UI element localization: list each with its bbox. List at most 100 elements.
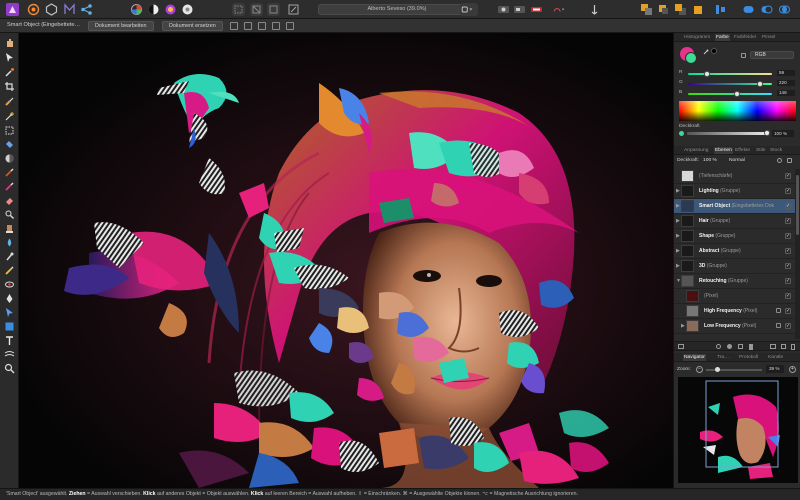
tab-color[interactable]: Farbe <box>715 34 730 41</box>
opacity-slider[interactable] <box>687 130 770 136</box>
boolean-add-icon[interactable] <box>742 3 755 16</box>
gradient-tool-icon[interactable] <box>4 153 15 164</box>
layer-lock-icon[interactable] <box>776 323 781 328</box>
erase-brush-tool-icon[interactable] <box>4 195 15 206</box>
layer-visibility-checkbox[interactable]: ✓ <box>785 173 791 179</box>
green-slider-knob[interactable] <box>757 81 764 87</box>
blue-value[interactable]: 148 <box>777 90 795 96</box>
tab-brushes[interactable]: Pinsel <box>761 34 776 41</box>
zoom-tool-icon[interactable] <box>4 363 15 374</box>
red-value[interactable]: 59 <box>777 70 795 76</box>
secondary-color-well[interactable] <box>685 52 697 64</box>
layer-row-selected[interactable]: ▶ Smart Object (Eingebettetes Dok ✓ <box>674 199 795 214</box>
color-picker-tool-icon[interactable] <box>4 67 15 78</box>
auto-white-balance-icon[interactable] <box>181 3 194 16</box>
paint-brush-tool-icon[interactable] <box>4 167 15 178</box>
color-mode-dropdown[interactable]: RGB <box>750 51 794 59</box>
layer-visibility-checkbox[interactable]: ✓ <box>785 323 791 329</box>
add-layer-icon[interactable] <box>781 344 786 349</box>
red-slider[interactable] <box>688 71 772 77</box>
group-layer-icon[interactable] <box>770 344 776 349</box>
zoom-in-button[interactable]: + <box>789 366 796 373</box>
layer-row[interactable]: ▼ Retouching (Gruppe) ✓ <box>674 274 795 289</box>
mesh-warp-tool-icon[interactable] <box>4 349 15 360</box>
move-tool-icon[interactable] <box>4 52 15 63</box>
edit-document-button[interactable]: Dokument bearbeiten <box>88 21 154 31</box>
layer-lock-icon[interactable] <box>776 308 781 313</box>
layer-visibility-checkbox[interactable]: ✓ <box>785 188 791 194</box>
zoom-slider[interactable] <box>706 367 762 372</box>
flood-fill-tool-icon[interactable] <box>4 139 15 150</box>
flip-horizontal-icon[interactable] <box>258 22 266 30</box>
color-replacement-tool-icon[interactable] <box>4 181 15 192</box>
assistant-icon[interactable] <box>588 3 601 16</box>
tab-swatches[interactable]: Farbfelder <box>733 34 757 41</box>
smudge-tool-icon[interactable] <box>4 251 15 262</box>
text-tool-icon[interactable] <box>4 335 15 346</box>
layer-row[interactable]: ▶ Hair (Gruppe) ✓ <box>674 214 795 229</box>
layer-row[interactable]: (Pixel) ✓ <box>674 289 795 304</box>
lock-icon[interactable] <box>741 53 746 58</box>
mode-dropdown-icon[interactable] <box>460 3 478 16</box>
export-persona-icon[interactable] <box>80 3 93 16</box>
selection-mode-3-icon[interactable] <box>267 3 280 16</box>
auto-colors-icon[interactable] <box>164 3 177 16</box>
tab-stock[interactable]: Stock <box>769 147 783 154</box>
tab-channels[interactable]: Kanäle <box>767 354 784 361</box>
layer-row[interactable]: ▶ Shape (Gruppe) ✓ <box>674 229 795 244</box>
pen-tool-icon[interactable] <box>4 293 15 304</box>
layer-visibility-checkbox[interactable]: ✓ <box>785 263 791 269</box>
document-canvas[interactable] <box>19 33 673 488</box>
layer-visibility-checkbox[interactable]: ✓ <box>785 233 791 239</box>
mask-toggle-icon[interactable] <box>513 3 526 16</box>
layer-expand-arrow[interactable]: ▶ <box>676 234 680 239</box>
flip-vertical-icon[interactable] <box>272 22 280 30</box>
layer-expand-arrow[interactable] <box>676 309 680 314</box>
layers-scrollbar-thumb[interactable] <box>796 175 799 235</box>
selection-mode-1-icon[interactable] <box>232 3 245 16</box>
crop-tool-icon[interactable] <box>4 81 15 92</box>
flood-select-tool-icon[interactable] <box>4 111 15 122</box>
arrange-front-icon[interactable] <box>691 3 704 16</box>
blur-brush-tool-icon[interactable] <box>4 237 15 248</box>
photo-persona-icon[interactable] <box>6 3 19 16</box>
brush-layer-icon[interactable] <box>749 344 753 350</box>
zoom-value[interactable]: 39 % <box>766 365 784 373</box>
layer-row[interactable]: ▶ 3D (Gruppe) ✓ <box>674 259 795 274</box>
tab-effects[interactable]: Effekte <box>734 147 751 154</box>
black-swatch[interactable] <box>711 48 717 54</box>
eyedropper-icon[interactable] <box>703 49 709 55</box>
layer-lock-icon[interactable] <box>787 158 792 163</box>
layer-visibility-checkbox[interactable]: ✓ <box>785 218 791 224</box>
blue-slider[interactable] <box>688 91 772 97</box>
layers-scrollbar[interactable] <box>795 169 800 339</box>
develop-persona-icon[interactable] <box>45 3 58 16</box>
layer-opacity-value[interactable]: 100 % <box>703 158 717 163</box>
tab-transform[interactable]: Tra… <box>716 354 730 361</box>
arrange-forward-icon[interactable] <box>674 3 687 16</box>
delete-layer-icon[interactable] <box>791 344 795 350</box>
layer-options-icon[interactable] <box>777 158 782 163</box>
boolean-intersect-icon[interactable] <box>778 3 791 16</box>
tab-history[interactable]: Protokoll <box>738 354 759 361</box>
blend-mode-dropdown[interactable]: Normal <box>729 158 745 163</box>
layer-expand-arrow[interactable]: ▶ <box>676 204 680 209</box>
auto-levels-icon[interactable] <box>130 3 143 16</box>
color-spectrum[interactable] <box>679 101 796 121</box>
color-picker-icon[interactable] <box>530 3 543 16</box>
layer-expand-arrow[interactable]: ▼ <box>676 279 681 284</box>
red-eye-tool-icon[interactable] <box>4 279 15 290</box>
stack-icon[interactable] <box>678 344 684 349</box>
align-icon[interactable] <box>714 3 727 16</box>
layer-visibility-checkbox[interactable]: ✓ <box>785 293 791 299</box>
tab-histogram[interactable]: Histogramm <box>683 34 711 41</box>
shape-tool-icon[interactable] <box>4 321 15 332</box>
layer-row[interactable]: (Tiefenschärfe) ✓ <box>674 169 795 184</box>
node-tool-icon[interactable] <box>4 307 15 318</box>
rotate-icon[interactable] <box>286 22 294 30</box>
dodge-tool-icon[interactable] <box>4 209 15 220</box>
zoom-out-button[interactable]: − <box>696 366 703 373</box>
layer-expand-arrow[interactable]: ▶ <box>676 189 680 194</box>
tab-layers[interactable]: Ebenen <box>714 147 733 154</box>
clone-brush-tool-icon[interactable] <box>4 223 15 234</box>
